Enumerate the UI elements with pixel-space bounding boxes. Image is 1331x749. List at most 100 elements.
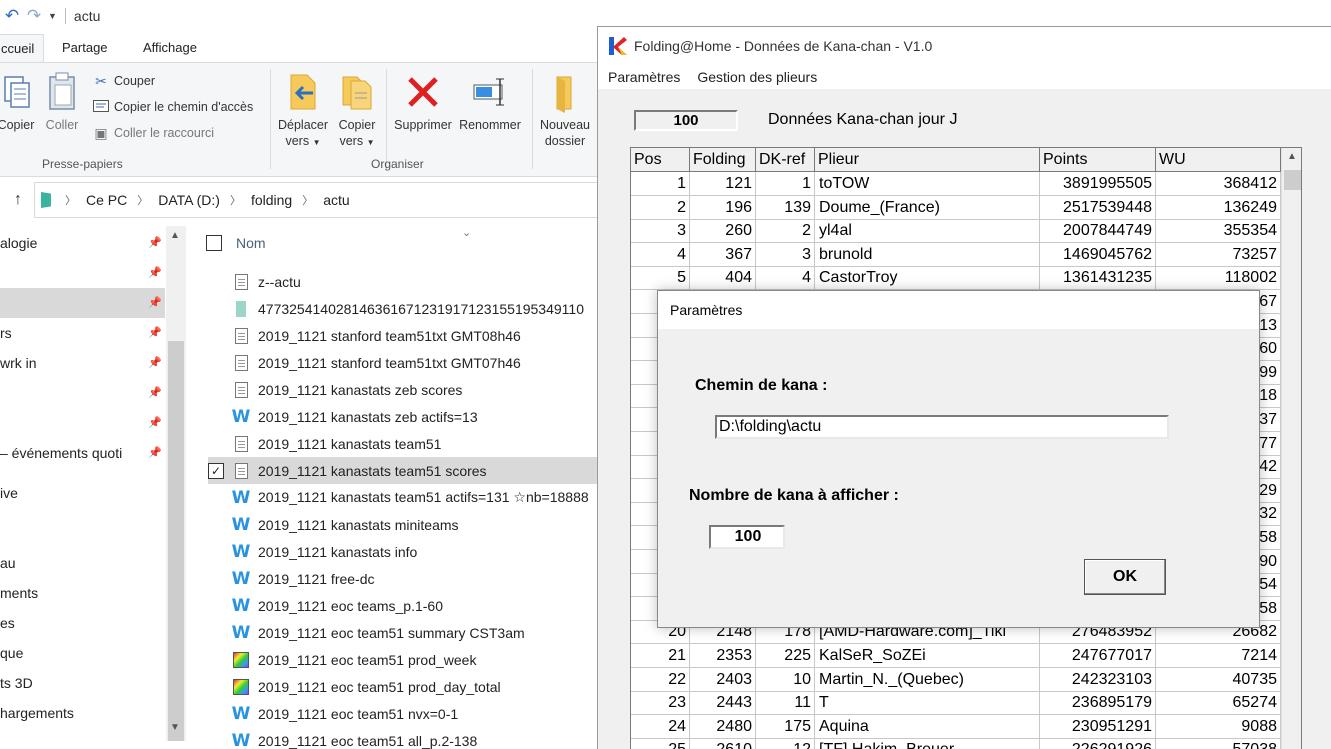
renommer-button[interactable]: Renommer bbox=[456, 71, 524, 133]
file-row[interactable]: W 2019_1121 kanastats info bbox=[208, 538, 600, 565]
nav-item[interactable]: – événements quoti 📌 bbox=[0, 438, 165, 468]
grid-row[interactable]: 22 2403 10 Martin_N._(Quebec) 242323103 40735 bbox=[631, 667, 1281, 692]
nav-item[interactable]: ts 3D bbox=[0, 668, 165, 698]
grid-scrollbar[interactable]: ▲ bbox=[1281, 148, 1301, 749]
copier-vers-button[interactable]: Copier vers ▼ bbox=[334, 71, 380, 151]
column-header-folding[interactable]: Folding bbox=[690, 148, 756, 172]
nombre-input[interactable]: 100 bbox=[709, 525, 785, 549]
nav-item[interactable]: alogie 📌 bbox=[0, 228, 165, 258]
customize-toolbar-chevron-down-icon[interactable]: ▼ bbox=[48, 11, 57, 21]
nav-pane-scrollbar[interactable]: ▲ ▼ bbox=[166, 226, 186, 741]
scroll-up-icon[interactable]: ▲ bbox=[1287, 151, 1297, 162]
column-header-plieur[interactable]: Plieur bbox=[815, 148, 1040, 172]
tab-affichage[interactable]: Affichage bbox=[143, 34, 197, 63]
grid-row[interactable]: 25261012[TF] Hakim_Breuer22629192657038 bbox=[631, 738, 1281, 749]
grid-row[interactable]: 23 2443 11 T 236895179 65274 bbox=[631, 691, 1281, 716]
nav-item[interactable]: que bbox=[0, 638, 165, 668]
pin-icon[interactable]: 📌 bbox=[148, 408, 162, 438]
file-row[interactable]: 2019_1121 kanastats team51 bbox=[208, 430, 600, 457]
tab-partage[interactable]: Partage bbox=[62, 34, 108, 63]
pin-icon[interactable]: 📌 bbox=[148, 438, 162, 468]
file-row[interactable]: 2019_1121 eoc team51 prod_week bbox=[208, 646, 600, 673]
pin-icon[interactable]: 📌 bbox=[148, 318, 162, 348]
tab-accueil[interactable]: ccueil bbox=[0, 34, 44, 63]
file-row[interactable]: W 2019_1121 eoc teams_p.1-60 bbox=[208, 592, 600, 619]
nav-item[interactable]: ive bbox=[0, 478, 165, 508]
count-field[interactable]: 100 bbox=[634, 110, 738, 131]
nav-item[interactable]: 📌 bbox=[0, 378, 165, 408]
nav-item[interactable]: au bbox=[0, 548, 165, 578]
pin-icon[interactable]: 📌 bbox=[148, 348, 162, 378]
scroll-up-icon[interactable]: ▲ bbox=[170, 230, 180, 241]
file-row[interactable]: W 2019_1121 kanastats miniteams bbox=[208, 511, 600, 538]
pin-icon[interactable]: 📌 bbox=[148, 228, 162, 258]
up-arrow-icon[interactable]: ↑ bbox=[0, 191, 36, 209]
chevron-right-icon[interactable]: 〉 bbox=[137, 192, 148, 208]
supprimer-button[interactable]: Supprimer bbox=[390, 71, 456, 133]
select-all-checkbox[interactable] bbox=[206, 235, 222, 251]
pin-icon[interactable]: 📌 bbox=[148, 378, 162, 408]
chevron-right-icon[interactable]: 〉 bbox=[65, 192, 76, 208]
nav-item[interactable] bbox=[0, 508, 165, 538]
breadcrumb-data[interactable]: DATA (D:) bbox=[158, 192, 220, 208]
file-row[interactable]: z--actu bbox=[208, 268, 600, 295]
chevron-right-icon[interactable]: 〉 bbox=[230, 192, 241, 208]
file-row[interactable]: W 2019_1121 eoc team51 nvx=0-1 bbox=[208, 700, 600, 727]
copier-button[interactable]: Copier bbox=[0, 71, 38, 133]
column-header-pos[interactable]: Pos bbox=[631, 148, 690, 172]
sort-chevron-down-icon[interactable]: ⌄ bbox=[462, 226, 471, 239]
file-row[interactable]: W 2019_1121 eoc team51 all_p.2-138 bbox=[208, 727, 600, 749]
undo-icon[interactable]: ↶ bbox=[2, 6, 22, 26]
nav-item[interactable]: es bbox=[0, 608, 165, 638]
file-row[interactable]: 2019_1121 eoc team51 prod_day_total bbox=[208, 673, 600, 700]
file-row[interactable]: 4773254140281463616712319171231551953491… bbox=[208, 295, 600, 322]
file-row[interactable]: 2019_1121 stanford team51txt GMT07h46 bbox=[208, 349, 600, 376]
file-row[interactable]: 2019_1121 kanastats zeb scores bbox=[208, 376, 600, 403]
file-row[interactable]: ✓ 2019_1121 kanastats team51 scores bbox=[208, 457, 600, 484]
ok-button[interactable]: OK bbox=[1084, 559, 1166, 595]
file-row[interactable]: W 2019_1121 free-dc bbox=[208, 565, 600, 592]
grid-row[interactable]: 24 2480 175 Aquina 230951291 9088 bbox=[631, 714, 1281, 739]
chemin-input[interactable]: D:\folding\actu bbox=[715, 415, 1169, 439]
breadcrumb-ce-pc[interactable]: Ce PC bbox=[86, 192, 127, 208]
nav-item[interactable]: 📌 bbox=[0, 408, 165, 438]
grid-row[interactable]: 5 404 4 CastorTroy 1361431235 118002 bbox=[631, 266, 1281, 291]
column-header-wu[interactable]: WU bbox=[1156, 148, 1281, 172]
file-row[interactable]: W 2019_1121 kanastats zeb actifs=13 bbox=[208, 403, 600, 430]
chevron-right-icon[interactable]: 〉 bbox=[302, 192, 313, 208]
file-row[interactable]: W 2019_1121 kanastats team51 actifs=131 ☆… bbox=[208, 484, 600, 511]
scroll-down-icon[interactable]: ▼ bbox=[170, 722, 180, 733]
menu-gestion-plieurs[interactable]: Gestion des plieurs bbox=[697, 69, 817, 85]
file-row[interactable]: W 2019_1121 eoc team51 summary CST3am bbox=[208, 619, 600, 646]
grid-row[interactable]: 3 260 2 yl4al 2007844749 355354 bbox=[631, 219, 1281, 244]
address-bar[interactable]: 〉 Ce PC 〉 DATA (D:) 〉 folding 〉 actu bbox=[34, 182, 600, 218]
nav-item-selected[interactable]: 📌 bbox=[0, 288, 165, 318]
column-header-dkref[interactable]: DK-ref bbox=[756, 148, 815, 172]
scrollbar-thumb[interactable] bbox=[1284, 170, 1301, 190]
nav-item[interactable]: 📌 bbox=[0, 258, 165, 288]
redo-icon[interactable]: ↷ bbox=[24, 6, 44, 26]
pin-icon[interactable]: 📌 bbox=[148, 258, 162, 288]
column-header-nom[interactable]: Nom bbox=[236, 235, 266, 251]
column-header-points[interactable]: Points bbox=[1040, 148, 1156, 172]
coller-button[interactable]: Coller bbox=[42, 71, 82, 133]
grid-row[interactable]: 2 196 139 Doume_(France) 2517539448 136249 bbox=[631, 195, 1281, 220]
nav-item[interactable]: rs 📌 bbox=[0, 318, 165, 348]
couper-button[interactable]: ✂ Couper bbox=[92, 71, 155, 91]
scrollbar-thumb[interactable] bbox=[168, 341, 184, 741]
deplacer-vers-button[interactable]: Déplacer vers ▼ bbox=[276, 71, 330, 151]
pin-icon[interactable]: 📌 bbox=[148, 288, 162, 318]
nav-item[interactable]: hargements bbox=[0, 698, 165, 728]
menu-parametres[interactable]: Paramètres bbox=[608, 69, 680, 85]
coller-raccourci-button[interactable]: ▣ Coller le raccourci bbox=[92, 123, 214, 143]
grid-row[interactable]: 1 121 1 toTOW 3891995505 368412 bbox=[631, 172, 1281, 196]
copier-chemin-button[interactable]: Copier le chemin d'accès bbox=[92, 97, 253, 117]
nav-item[interactable]: wrk in 📌 bbox=[0, 348, 165, 378]
breadcrumb-folding[interactable]: folding bbox=[251, 192, 292, 208]
file-row[interactable]: 2019_1121 stanford team51txt GMT08h46 bbox=[208, 322, 600, 349]
row-checkbox[interactable]: ✓ bbox=[208, 462, 224, 479]
grid-row[interactable]: 4 367 3 brunold 1469045762 73257 bbox=[631, 242, 1281, 267]
grid-row[interactable]: 21 2353 225 KalSeR_SoZEi 247677017 7214 bbox=[631, 644, 1281, 668]
breadcrumb-actu[interactable]: actu bbox=[323, 192, 349, 208]
nouveau-dossier-button[interactable]: Nouveau dossier bbox=[536, 71, 594, 149]
